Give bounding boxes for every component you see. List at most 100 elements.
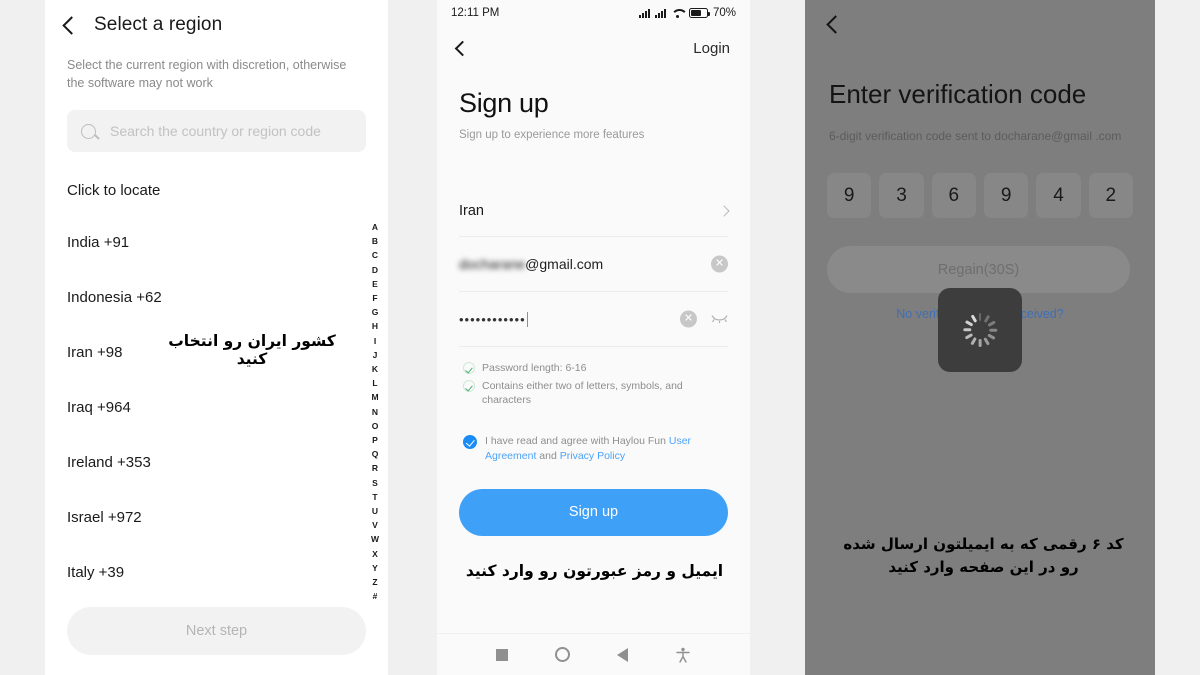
next-step-button[interactable]: Next step [67,607,366,655]
agreement-middle: and [536,449,560,462]
verification-title: Enter verification code [829,79,1087,109]
alphabet-index-letter-G[interactable]: G [372,305,379,319]
agreement-checkbox[interactable] [463,434,477,449]
country-row-india[interactable]: India +91 [45,215,388,270]
country-row-indonesia[interactable]: Indonesia +62 [45,270,388,325]
wifi-icon [671,8,684,18]
clear-circle-icon-password[interactable]: ✕ [680,310,697,328]
country-row-italy[interactable]: Italy +39 [45,545,388,600]
requirement-row: Contains either two of letters, symbols,… [463,379,724,407]
signup-button[interactable]: Sign up [459,488,728,536]
login-link[interactable]: Login [693,40,730,57]
otp-cell-5[interactable]: 4 [1036,173,1081,218]
otp-cell-1[interactable]: 9 [827,173,872,218]
country-label: India +91 [67,234,130,252]
agreement-text: I have read and agree with Haylou Fun Us… [485,434,724,464]
search-placeholder: Search the country or region code [110,123,321,140]
check-circle-icon [463,380,475,393]
alphabet-index-letter-T[interactable]: T [372,490,377,504]
battery-icon [688,8,710,18]
country-row-ireland[interactable]: Ireland +353 [45,435,388,490]
agreement-prefix: I have read and agree with Haylou Fun [485,434,669,447]
alphabet-index-letter-B[interactable]: B [372,234,378,248]
check-circle-icon [463,362,475,374]
privacy-policy-link[interactable]: Privacy Policy [560,450,625,462]
alphabet-index-letter-P[interactable]: P [372,433,378,447]
alphabet-index-letter-Z[interactable]: Z [372,575,377,589]
alphabet-index-letter-L[interactable]: L [372,376,377,390]
alphabet-index-letter-F[interactable]: F [372,291,377,305]
country-label: Italy +39 [67,564,125,582]
password-requirements: Password length: 6-16 Contains either tw… [463,361,724,408]
search-input[interactable]: Search the country or region code [67,110,366,153]
alphabet-index-letter-A[interactable]: A [372,220,378,234]
alphabet-index-letter-M[interactable]: M [371,390,378,404]
status-time: 12:11 PM [451,7,500,19]
country-label: Iran +98 [67,344,123,362]
alphabet-index-letter-D[interactable]: D [372,263,378,277]
alphabet-index-letter-S[interactable]: S [372,476,378,490]
requirement-text: Password length: 6-16 [482,362,587,374]
circle-home-icon[interactable] [555,647,571,662]
email-domain: @gmail.com [525,256,604,272]
signup-nav: Login [437,26,750,62]
alphabet-index-letter-W[interactable]: W [371,532,379,546]
otp-input-row[interactable]: 936942 [827,173,1133,218]
alphabet-index-letter-Y[interactable]: Y [372,561,378,575]
alphabet-index-letter-C[interactable]: C [372,248,378,262]
triangle-back-icon[interactable] [616,647,628,662]
otp-cell-6[interactable]: 2 [1088,173,1133,218]
signal-bars-icon-2 [654,8,666,18]
country-label: Ireland +353 [67,454,151,472]
alphabet-index-letter-J[interactable]: J [373,348,378,362]
country-select-field[interactable]: Iran [459,185,730,237]
select-region-header: Select a region [45,0,388,36]
alphabet-index-letter-K[interactable]: K [372,362,378,376]
chevron-left-icon[interactable] [454,40,471,56]
annotation-enter-credentials: ایمیل و رمز عبورتون رو وارد کنید [465,562,724,580]
otp-cell-2[interactable]: 3 [879,173,924,218]
password-field[interactable]: •••••••••••• ✕ [459,292,728,347]
alphabet-index-letter-X[interactable]: X [372,547,378,561]
signal-bars-icon [638,8,650,18]
country-label: Indonesia +62 [67,289,162,307]
eye-closed-icon[interactable] [711,315,728,324]
alphabet-index-letter-Q[interactable]: Q [372,447,379,461]
text-caret [526,311,529,327]
region-subtitle: Select the current region with discretio… [67,58,347,91]
accessibility-icon[interactable] [675,647,691,663]
regain-code-button[interactable]: Regain(30S) [827,246,1130,293]
otp-cell-4[interactable]: 9 [983,173,1029,218]
search-icon [81,123,96,139]
country-row-iraq[interactable]: Iraq +964 [45,380,388,435]
country-label: Israel +972 [67,509,142,527]
alphabet-index-letter-#[interactable]: # [373,589,378,603]
chevron-left-icon[interactable] [62,15,81,35]
page-title: Select a region [94,14,223,35]
alphabet-index-letter-H[interactable]: H [372,319,378,333]
country-label: Iraq +964 [67,399,131,417]
alphabet-index-letter-O[interactable]: O [372,419,379,433]
country-list: India +91 Indonesia +62 Iran +98 Iraq +9… [45,215,388,600]
agreement-row: I have read and agree with Haylou Fun Us… [463,434,724,464]
alphabet-index-letter-V[interactable]: V [372,518,378,532]
loading-spinner-icon [963,313,997,347]
requirement-text: Contains either two of letters, symbols,… [482,380,683,407]
email-field[interactable]: docharane@gmail.com ✕ [459,237,728,292]
alphabet-index-letter-E[interactable]: E [372,277,378,291]
alphabet-index-letter-R[interactable]: R [372,461,378,475]
square-recents-icon[interactable] [496,648,509,661]
alphabet-index-bar[interactable]: A B C D E F G H I J K L M N O P Q R S T U V W X Y Z # [367,220,383,603]
country-value: Iran [459,202,484,219]
alphabet-index-letter-N[interactable]: N [372,405,378,419]
annotation-enter-code: کد ۶ رقمی که به ایمیلتون ارسال شده رو در… [843,535,1124,577]
screenshot-stage: Select a region Select the current regio… [0,0,1200,675]
otp-cell-3[interactable]: 6 [931,173,976,218]
loading-toast [938,288,1022,372]
click-to-locate-label[interactable]: Click to locate [67,182,366,199]
chevron-left-icon[interactable] [826,15,845,34]
alphabet-index-letter-I[interactable]: I [374,334,376,348]
alphabet-index-letter-U[interactable]: U [372,504,378,518]
country-row-israel[interactable]: Israel +972 [45,490,388,545]
clear-circle-icon[interactable]: ✕ [711,255,728,273]
